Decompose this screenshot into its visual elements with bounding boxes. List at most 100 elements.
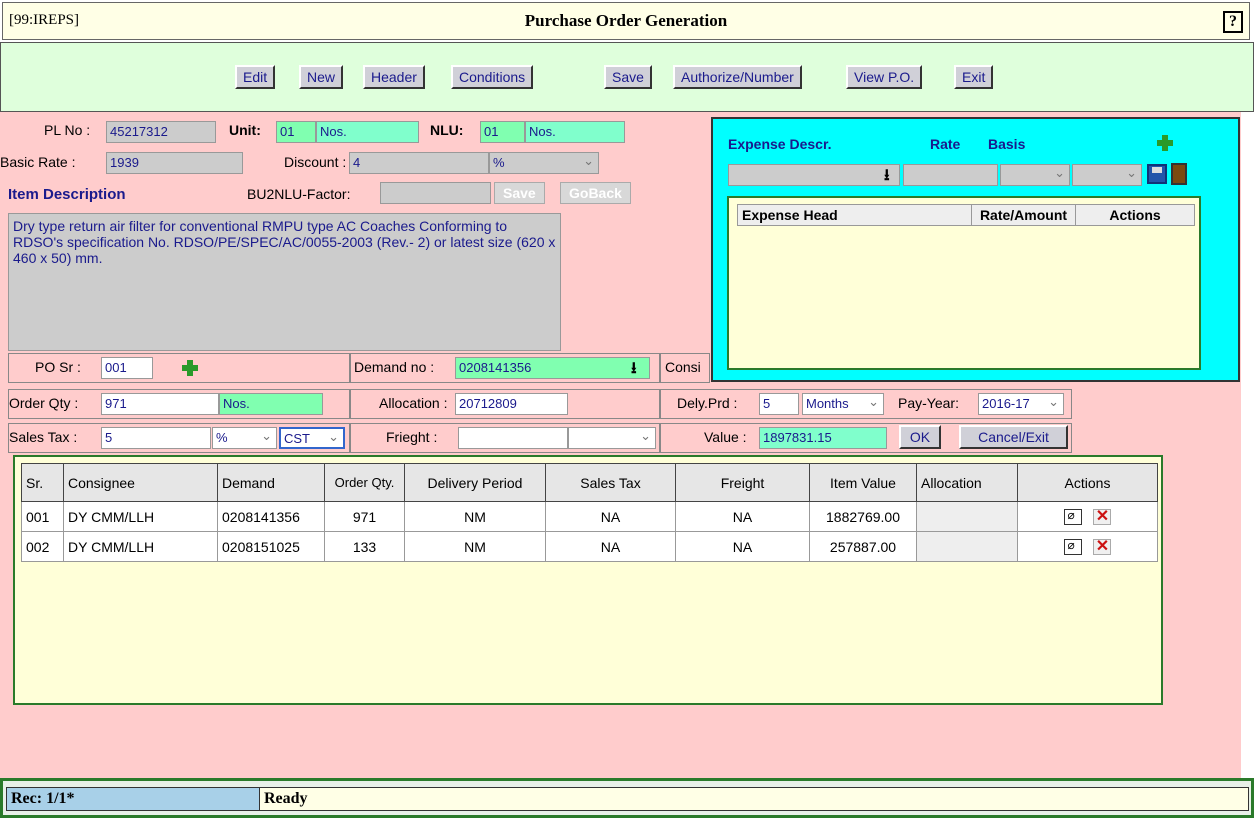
unit-name-field: Nos. xyxy=(316,121,419,143)
expense-basis-label: Basis xyxy=(988,136,1026,152)
cell-demand: 0208151025 xyxy=(217,531,325,562)
exit-button[interactable]: Exit xyxy=(954,65,994,89)
new-button[interactable]: New xyxy=(299,65,344,89)
cell-actions: ✕ xyxy=(1017,531,1158,562)
order-qty-field[interactable]: 971 xyxy=(101,393,219,415)
cell-delivery: NM xyxy=(404,531,546,562)
unit-code-field[interactable]: 01 xyxy=(276,121,316,143)
allocation-label: Allocation : xyxy=(379,395,448,411)
goback-button[interactable]: GoBack xyxy=(560,182,631,204)
expense-panel: Expense Descr. Rate Basis ⭳ Expense Head… xyxy=(711,117,1240,382)
save-button[interactable]: Save xyxy=(604,65,652,89)
col-sales-tax: Sales Tax xyxy=(545,463,676,502)
cell-delivery: NM xyxy=(404,501,546,532)
cell-qty: 133 xyxy=(324,531,405,562)
col-freight: Freight xyxy=(675,463,810,502)
col-delivery-period: Delivery Period xyxy=(404,463,546,502)
col-item-value: Item Value xyxy=(809,463,917,502)
cell-value: 1882769.00 xyxy=(809,501,917,532)
floppy-disk-icon[interactable] xyxy=(1147,164,1167,184)
cell-demand: 0208141356 xyxy=(217,501,325,532)
item-description-text[interactable]: Dry type return air filter for conventio… xyxy=(8,213,561,351)
demand-field[interactable]: 0208141356 xyxy=(455,357,650,379)
cell-value: 257887.00 xyxy=(809,531,917,562)
bu2nlu-save-button[interactable]: Save xyxy=(494,182,545,204)
table-header-row: Sr. Consignee Demand Order Qty. Delivery… xyxy=(21,463,1158,502)
table-row[interactable]: 001 DY CMM/LLH 0208141356 971 NM NA NA 1… xyxy=(21,501,1158,532)
discount-label: Discount : xyxy=(284,154,347,170)
unit-label: Unit: xyxy=(229,122,261,138)
delete-x-icon[interactable]: ✕ xyxy=(1093,539,1112,556)
dely-field[interactable]: 5 xyxy=(759,393,799,415)
cell-tax: NA xyxy=(545,501,676,532)
pl-no-field[interactable]: 45217312 xyxy=(106,121,216,143)
cell-allocation xyxy=(916,501,1018,532)
basic-rate-label: Basic Rate : xyxy=(0,154,76,170)
expense-add-icon[interactable] xyxy=(1155,133,1175,153)
nlu-name-field: Nos. xyxy=(525,121,625,143)
order-unit-field: Nos. xyxy=(219,393,323,415)
cell-freight: NA xyxy=(675,531,810,562)
cell-freight: NA xyxy=(675,501,810,532)
delete-x-icon[interactable]: ✕ xyxy=(1093,509,1112,526)
edit-pencil-icon[interactable] xyxy=(1063,508,1082,526)
dely-unit-select[interactable]: Months xyxy=(802,393,884,415)
conditions-button[interactable]: Conditions xyxy=(451,65,534,89)
expense-list: Expense Head Rate/Amount Actions xyxy=(727,196,1201,370)
demand-label: Demand no : xyxy=(354,359,435,375)
status-message: Ready xyxy=(259,787,1249,811)
nlu-label: NLU: xyxy=(430,122,464,138)
pay-year-select[interactable]: 2016-17 xyxy=(978,393,1064,415)
cell-consignee: DY CMM/LLH xyxy=(63,501,218,532)
expense-rate-field[interactable] xyxy=(903,164,998,186)
po-sr-label: PO Sr : xyxy=(35,359,81,375)
freight-field[interactable] xyxy=(458,427,568,449)
discount-field[interactable]: 4 xyxy=(349,152,489,174)
consignee-label: Consi xyxy=(665,359,701,375)
cell-sr: 001 xyxy=(21,501,64,532)
order-qty-label: Order Qty : xyxy=(9,395,79,411)
cell-consignee: DY CMM/LLH xyxy=(63,531,218,562)
expense-basis-select-1[interactable] xyxy=(1000,164,1070,186)
authorize-number-button[interactable]: Authorize/Number xyxy=(673,65,802,89)
sales-tax-field[interactable]: 5 xyxy=(101,427,211,449)
col-demand: Demand xyxy=(217,463,325,502)
expense-download-icon[interactable]: ⭳ xyxy=(884,164,890,191)
add-plus-icon[interactable] xyxy=(180,358,200,378)
pay-year-label: Pay-Year: xyxy=(898,395,959,411)
col-order-qty: Order Qty. xyxy=(324,463,405,502)
sales-tax-type-select[interactable]: % xyxy=(212,427,277,449)
door-exit-icon[interactable] xyxy=(1171,163,1187,185)
po-sr-field[interactable]: 001 xyxy=(101,357,153,379)
cell-sr: 002 xyxy=(21,531,64,562)
cell-actions: ✕ xyxy=(1017,501,1158,532)
expense-descr-field[interactable] xyxy=(728,164,900,186)
ok-button[interactable]: OK xyxy=(899,425,941,449)
order-table: Sr. Consignee Demand Order Qty. Delivery… xyxy=(21,463,1158,562)
help-icon[interactable]: ? xyxy=(1223,11,1243,33)
expense-basis-select-2[interactable] xyxy=(1072,164,1142,186)
sales-tax-label: Sales Tax : xyxy=(9,429,78,445)
edit-button[interactable]: Edit xyxy=(235,65,276,89)
edit-pencil-icon[interactable] xyxy=(1063,538,1082,556)
cancel-exit-button[interactable]: Cancel/Exit xyxy=(959,425,1068,449)
allocation-field[interactable]: 20712809 xyxy=(455,393,568,415)
toolbar: Edit New Header Conditions Save Authoriz… xyxy=(0,42,1254,112)
header-button[interactable]: Header xyxy=(363,65,425,89)
basic-rate-field[interactable]: 1939 xyxy=(106,152,243,174)
order-grid: Sr. Consignee Demand Order Qty. Delivery… xyxy=(13,455,1163,705)
page-title: Purchase Order Generation xyxy=(524,11,728,30)
view-po-button[interactable]: View P.O. xyxy=(846,65,923,89)
expense-rate-label: Rate xyxy=(930,136,961,152)
freight-type-select[interactable] xyxy=(568,427,656,449)
nlu-code-field[interactable]: 01 xyxy=(480,121,525,143)
col-consignee: Consignee xyxy=(63,463,218,502)
title-bar: [99:IREPS] Purchase Order Generation ? xyxy=(2,2,1250,40)
table-row[interactable]: 002 DY CMM/LLH 0208151025 133 NM NA NA 2… xyxy=(21,531,1158,562)
record-indicator: Rec: 1/1* xyxy=(6,787,260,811)
sales-tax-kind-select[interactable]: CST xyxy=(279,427,345,449)
download-arrow-icon[interactable]: ⭳ xyxy=(631,357,637,384)
expense-descr-label: Expense Descr. xyxy=(728,136,832,152)
discount-type-select[interactable]: % xyxy=(489,152,599,174)
bu2nlu-field[interactable] xyxy=(380,182,491,204)
